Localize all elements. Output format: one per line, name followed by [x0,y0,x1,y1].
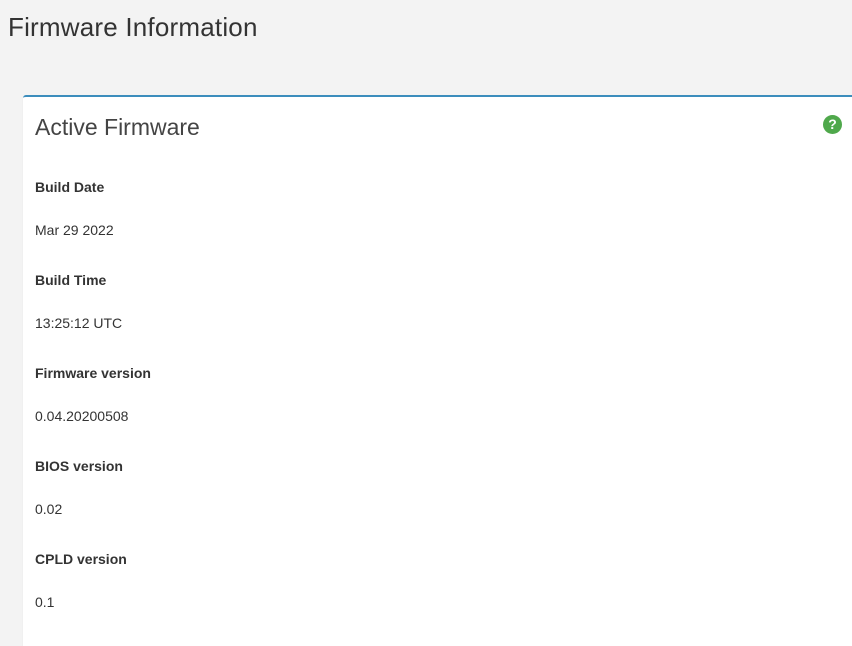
panel-title: Active Firmware [35,114,200,140]
field-label: CPLD version [35,551,127,567]
active-firmware-panel: Active Firmware ? Build Date Mar 29 2022… [23,95,852,646]
panel-header: Active Firmware ? [23,97,852,153]
field-bios-version: BIOS version 0.02 [35,458,840,551]
field-value: 13:25:12 UTC [35,315,123,331]
field-build-date: Build Date Mar 29 2022 [35,179,840,272]
field-value: Mar 29 2022 [35,222,114,238]
field-label: Build Time [35,272,107,288]
field-label: BIOS version [35,458,123,474]
field-build-time: Build Time 13:25:12 UTC [35,272,840,365]
page-title: Firmware Information [8,12,258,42]
firmware-field-list: Build Date Mar 29 2022 Build Time 13:25:… [35,179,840,644]
field-value: 0.04.20200508 [35,408,129,424]
field-firmware-version: Firmware version 0.04.20200508 [35,365,840,458]
field-cpld-version: CPLD version 0.1 [35,551,840,644]
field-value: 0.1 [35,594,55,610]
field-value: 0.02 [35,501,63,517]
field-label: Build Date [35,179,105,195]
field-label: Firmware version [35,365,151,381]
help-icon[interactable]: ? [823,115,842,134]
firmware-information-page: Firmware Information Active Firmware ? B… [0,0,852,646]
